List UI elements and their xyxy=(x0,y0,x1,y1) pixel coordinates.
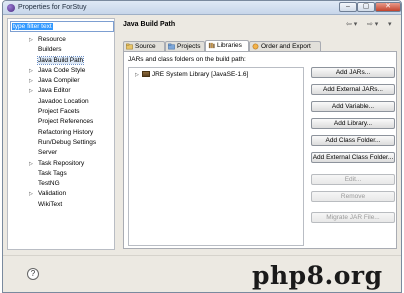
library-item-jre[interactable]: ▷ JRE System Library [JavaSE-1.6] xyxy=(135,71,248,78)
eclipse-icon xyxy=(7,4,15,12)
expand-arrow-icon[interactable]: ▷ xyxy=(29,86,33,96)
add-class-folder-button[interactable]: Add Class Folder... xyxy=(311,135,395,146)
expand-arrow-icon[interactable]: ▷ xyxy=(29,35,33,45)
minimize-button[interactable]: – xyxy=(339,2,357,12)
tree-item-label: Java Build Path xyxy=(36,55,85,65)
dialog-footer: ? php8.org xyxy=(3,255,401,292)
tree-item[interactable]: WikiText xyxy=(8,200,114,210)
migrate-jar-button[interactable]: Migrate JAR File... xyxy=(311,212,395,223)
close-button[interactable]: ✕ xyxy=(375,2,401,12)
tree-item-label: Project Facets xyxy=(38,108,80,116)
tree-item[interactable]: ▷ Task Repository xyxy=(8,159,114,169)
tree-item[interactable]: ▷ Validation xyxy=(8,189,114,199)
watermark: php8.org xyxy=(252,261,383,290)
filter-placeholder: type filter text xyxy=(12,23,53,30)
tree-item-label: Server xyxy=(38,149,58,157)
add-variable-button[interactable]: Add Variable... xyxy=(311,101,395,112)
edit-button[interactable]: Edit... xyxy=(311,174,395,185)
tab-order-export[interactable]: Order and Export xyxy=(249,41,321,51)
tab-projects[interactable]: Projects xyxy=(165,41,205,51)
add-external-jars-button[interactable]: Add External JARs... xyxy=(311,84,395,95)
tree-item-label: WikiText xyxy=(38,200,63,208)
tree-item[interactable]: Refactoring History xyxy=(8,128,114,138)
order-export-icon xyxy=(252,43,259,50)
properties-window: Properties for ForStuy – ▢ ✕ type filter… xyxy=(2,0,402,293)
tree-item-label: Javadoc Location xyxy=(38,97,89,105)
tab-order-export-label: Order and Export xyxy=(261,43,311,50)
tree-item-label: TestNG xyxy=(38,180,60,188)
tree-item-label: Java Code Style xyxy=(38,66,86,74)
tree-item[interactable]: Java Build Path xyxy=(8,55,114,66)
panel-label: JARs and class folders on the build path… xyxy=(128,56,246,63)
tab-libraries-label: Libraries xyxy=(217,42,242,49)
tab-bar: Source Projects Libraries Order and Expo… xyxy=(123,40,397,51)
tree-item[interactable]: TestNG xyxy=(8,179,114,189)
view-menu-icon[interactable]: ▾ xyxy=(388,20,392,28)
tree-item-label: Builders xyxy=(38,46,62,54)
tree-item[interactable]: Server xyxy=(8,148,114,158)
tab-libraries[interactable]: Libraries xyxy=(205,40,249,51)
tree-item[interactable]: ▷ Resource xyxy=(8,35,114,45)
expand-arrow-icon[interactable]: ▷ xyxy=(29,189,33,199)
tree-item[interactable]: ▷ Java Compiler xyxy=(8,76,114,86)
libraries-panel: JARs and class folders on the build path… xyxy=(123,51,397,249)
expand-arrow-icon[interactable]: ▷ xyxy=(29,66,33,76)
tree-item-label: Run/Debug Settings xyxy=(38,138,97,146)
tree-item-label: Project References xyxy=(38,118,94,126)
remove-button[interactable]: Remove xyxy=(311,191,395,202)
maximize-button[interactable]: ▢ xyxy=(357,2,375,12)
tab-source[interactable]: Source xyxy=(123,41,165,51)
tree-item-label: Task Repository xyxy=(38,159,85,167)
tree-item-label: Java Compiler xyxy=(38,77,80,85)
tree-item[interactable]: Javadoc Location xyxy=(8,97,114,107)
library-item-label: JRE System Library [JavaSE-1.6] xyxy=(151,71,249,78)
tree-item[interactable]: Project Facets xyxy=(8,107,114,117)
source-folder-icon xyxy=(126,43,133,50)
filter-input[interactable]: type filter text xyxy=(10,21,114,32)
tree-item-label: Java Editor xyxy=(38,87,71,95)
tree-item[interactable]: Project References xyxy=(8,117,114,127)
help-icon[interactable]: ? xyxy=(27,268,39,280)
libraries-icon xyxy=(208,42,215,49)
expand-arrow-icon[interactable]: ▷ xyxy=(29,159,33,169)
tree-item[interactable]: Run/Debug Settings xyxy=(8,138,114,148)
add-external-class-folder-button[interactable]: Add External Class Folder... xyxy=(311,152,395,163)
expand-arrow-icon[interactable]: ▷ xyxy=(29,76,33,86)
title-bar: Properties for ForStuy – ▢ ✕ xyxy=(3,1,401,15)
back-arrow-icon[interactable]: ⇦ ▾ xyxy=(346,20,357,28)
add-jars-button[interactable]: Add JARs... xyxy=(311,67,395,78)
page-area: Java Build Path ⇦ ▾ ⇨ ▾ ▾ Source Project… xyxy=(117,15,401,255)
tree-item-label: Validation xyxy=(38,190,67,198)
tree-item[interactable]: Builders xyxy=(8,45,114,55)
library-tree[interactable]: ▷ JRE System Library [JavaSE-1.6] xyxy=(128,67,304,246)
tree-item-label: Task Tags xyxy=(38,169,67,177)
tab-projects-label: Projects xyxy=(177,43,201,50)
expand-arrow-icon[interactable]: ▷ xyxy=(135,72,139,78)
forward-arrow-icon[interactable]: ⇨ ▾ xyxy=(367,20,378,28)
tree-item-label: Refactoring History xyxy=(38,128,94,136)
library-icon xyxy=(141,71,150,77)
add-library-button[interactable]: Add Library... xyxy=(311,118,395,129)
page-title: Java Build Path xyxy=(123,21,176,28)
tab-source-label: Source xyxy=(135,43,156,50)
tree-item[interactable]: ▷ Java Editor xyxy=(8,86,114,96)
category-tree: ▷ Resource Builders Java Build Path ▷ Java Co… xyxy=(8,35,114,210)
projects-icon xyxy=(168,43,175,50)
category-panel: type filter text ▷ Resource Builders Java B… xyxy=(7,18,115,250)
window-title: Properties for ForStuy xyxy=(18,4,87,11)
tree-item[interactable]: ▷ Java Code Style xyxy=(8,66,114,76)
tree-item[interactable]: Task Tags xyxy=(8,169,114,179)
tree-item-label: Resource xyxy=(38,36,66,43)
